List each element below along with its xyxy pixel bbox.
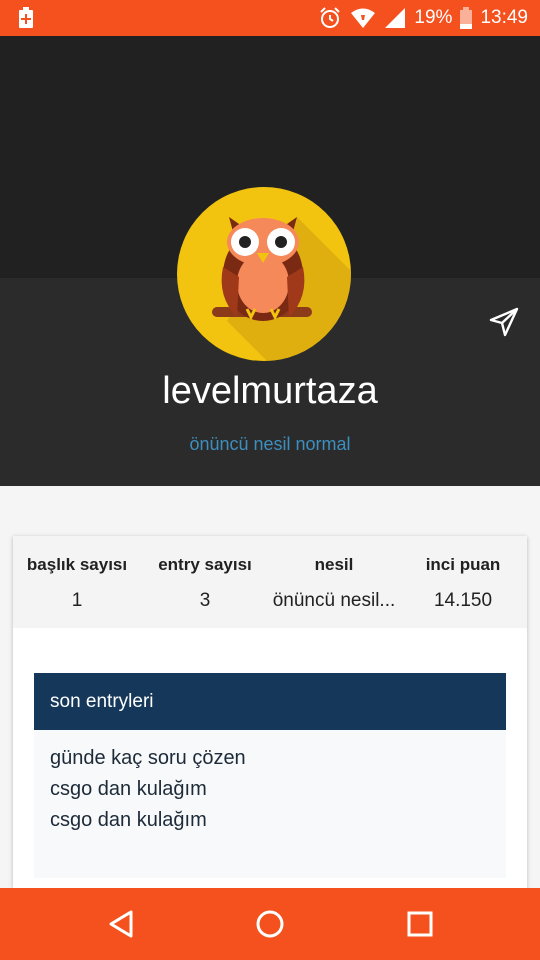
battery-percent: 19% — [414, 7, 453, 28]
stat-value: 14.150 — [433, 590, 493, 611]
battery-icon — [460, 7, 473, 29]
recent-entries-panel: son entryleri günde kaç soru çözen csgo … — [34, 673, 506, 878]
battery-plus-icon — [19, 7, 33, 28]
stats-row: başlık sayısı 1 entry sayısı 3 nesil önü… — [13, 536, 527, 628]
list-item[interactable]: günde kaç soru çözen — [50, 743, 246, 774]
username: levelmurtaza — [162, 370, 378, 412]
recents-icon[interactable] — [402, 906, 438, 942]
home-icon[interactable] — [252, 906, 288, 942]
list-item[interactable]: csgo dan kulağım — [50, 805, 246, 836]
generation-label[interactable]: önüncü nesil normal — [0, 434, 540, 455]
status-bar: 19% 13:49 — [0, 0, 540, 36]
stat-generation: nesil önüncü nesil... — [269, 536, 399, 628]
recent-entries-list: günde kaç soru çözen csgo dan kulağım cs… — [50, 743, 246, 836]
navigation-bar — [0, 888, 540, 960]
avatar[interactable] — [177, 187, 351, 361]
wifi-icon — [351, 8, 376, 28]
stat-label: nesil — [314, 555, 354, 574]
send-icon[interactable] — [488, 306, 520, 338]
alarm-icon — [320, 7, 341, 28]
stat-label: inci puan — [425, 555, 501, 574]
stat-entry-count: entry sayısı 3 — [141, 536, 269, 628]
owl-icon — [212, 217, 351, 361]
stat-value: 3 — [199, 590, 211, 611]
clock: 13:49 — [480, 7, 528, 28]
stat-title-count: başlık sayısı 1 — [13, 536, 141, 628]
stat-value: önüncü nesil... — [272, 590, 396, 611]
stat-label: başlık sayısı — [26, 555, 128, 574]
stat-value: 1 — [71, 590, 83, 611]
recent-entries-title: son entryleri — [34, 673, 506, 730]
stat-inci-points: inci puan 14.150 — [399, 536, 527, 628]
stat-label: entry sayısı — [158, 555, 252, 574]
back-icon[interactable] — [103, 906, 139, 942]
profile-card: başlık sayısı 1 entry sayısı 3 nesil önü… — [13, 536, 527, 888]
signal-icon — [385, 8, 406, 28]
list-item[interactable]: csgo dan kulağım — [50, 774, 246, 805]
